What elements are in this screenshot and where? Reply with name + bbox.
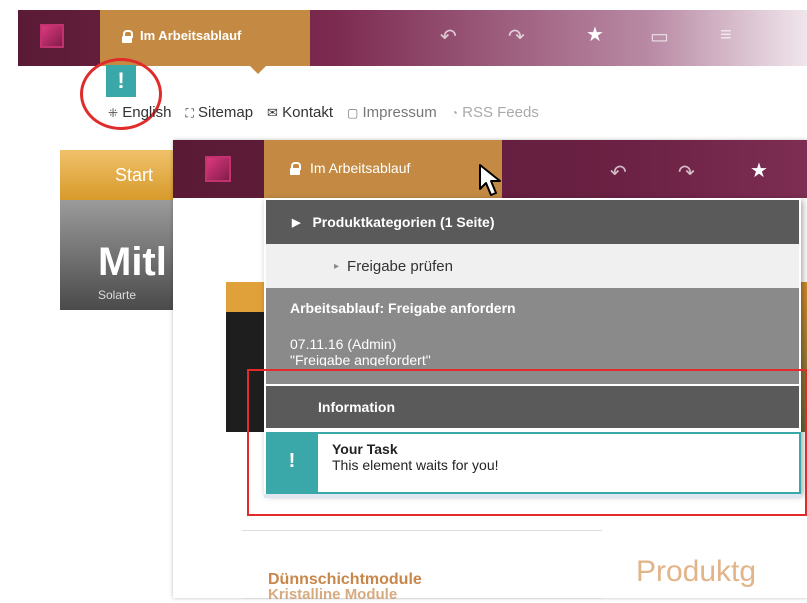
category-row[interactable]: ▶ Produktkategorien (1 Seite)	[266, 200, 799, 244]
workflow-title: Arbeitsablauf: Freigabe anfordern	[290, 300, 516, 316]
nav-link-kontakt[interactable]: ✉ Kontakt	[267, 104, 333, 121]
front-workflow-label-group: Im Arbeitsablauf	[290, 160, 410, 176]
redo-icon[interactable]: ↷	[508, 24, 525, 49]
mail-icon: ✉	[267, 105, 278, 120]
back-workflow-label: Im Arbeitsablauf	[140, 28, 242, 43]
workflow-status: "Freigabe angefordert"	[290, 352, 431, 366]
preview-devices-icon[interactable]: ▭	[650, 24, 669, 49]
redo-icon[interactable]: ↷	[678, 160, 695, 185]
favorites-add-icon[interactable]: ★	[750, 158, 768, 183]
page-orange-strip	[226, 282, 266, 312]
language-icon: ⁜	[108, 106, 119, 120]
lock-icon	[290, 162, 301, 175]
app-logo[interactable]	[40, 24, 64, 48]
hero-subtitle: Solarte	[98, 288, 137, 302]
start-tab-label: Start	[115, 165, 154, 185]
nav-link-rss[interactable]: ◔ RSS Feeds	[451, 104, 539, 121]
nav-label: Impressum	[362, 104, 437, 121]
sidebar-divider	[242, 530, 602, 531]
front-workflow-label: Im Arbeitsablauf	[310, 160, 411, 176]
back-workflow-label-group: Im Arbeitsablauf	[122, 28, 241, 43]
rss-icon: ◔	[450, 106, 458, 120]
nav-label: English	[122, 104, 172, 121]
triangle-right-icon: ▶	[292, 216, 301, 229]
top-nav: ⁜ English ⛶ Sitemap ✉ Kontakt ▢ Impressu…	[108, 104, 539, 121]
nav-link-impressum[interactable]: ▢ Impressum	[347, 104, 437, 121]
favorites-add-icon[interactable]: ★	[586, 22, 604, 47]
document-icon: ▢	[347, 106, 359, 120]
chevron-right-icon: ▸	[334, 260, 340, 272]
undo-icon[interactable]: ↶	[440, 24, 457, 49]
nav-label: Kontakt	[282, 104, 333, 121]
menu-icon[interactable]: ≡	[720, 24, 732, 47]
workflow-warning-badge[interactable]: !	[106, 65, 136, 97]
nav-link-sitemap[interactable]: ⛶ Sitemap	[185, 104, 253, 121]
sidebar-link-kristallin[interactable]: Kristalline Module	[268, 586, 397, 603]
task-item-freigabe[interactable]: ▸ Freigabe prüfen	[266, 244, 799, 288]
lock-icon	[122, 29, 133, 43]
category-label: Produktkategorien (1 Seite)	[312, 214, 495, 230]
workflow-date: 07.11.16 (Admin)	[290, 336, 397, 352]
undo-icon[interactable]: ↶	[610, 160, 627, 185]
app-logo[interactable]	[205, 156, 231, 182]
highlight-rectangle	[247, 369, 807, 516]
hero-title: Mitl	[98, 240, 167, 284]
nav-label: RSS Feeds	[462, 104, 539, 121]
page-heading: Produktg	[636, 555, 757, 588]
task-item-label: Freigabe prüfen	[347, 257, 453, 275]
nav-label: Sitemap	[198, 104, 254, 121]
sitemap-icon: ⛶	[185, 106, 194, 120]
mouse-cursor-icon	[479, 164, 501, 196]
nav-link-english[interactable]: ⁜ English	[108, 104, 171, 121]
